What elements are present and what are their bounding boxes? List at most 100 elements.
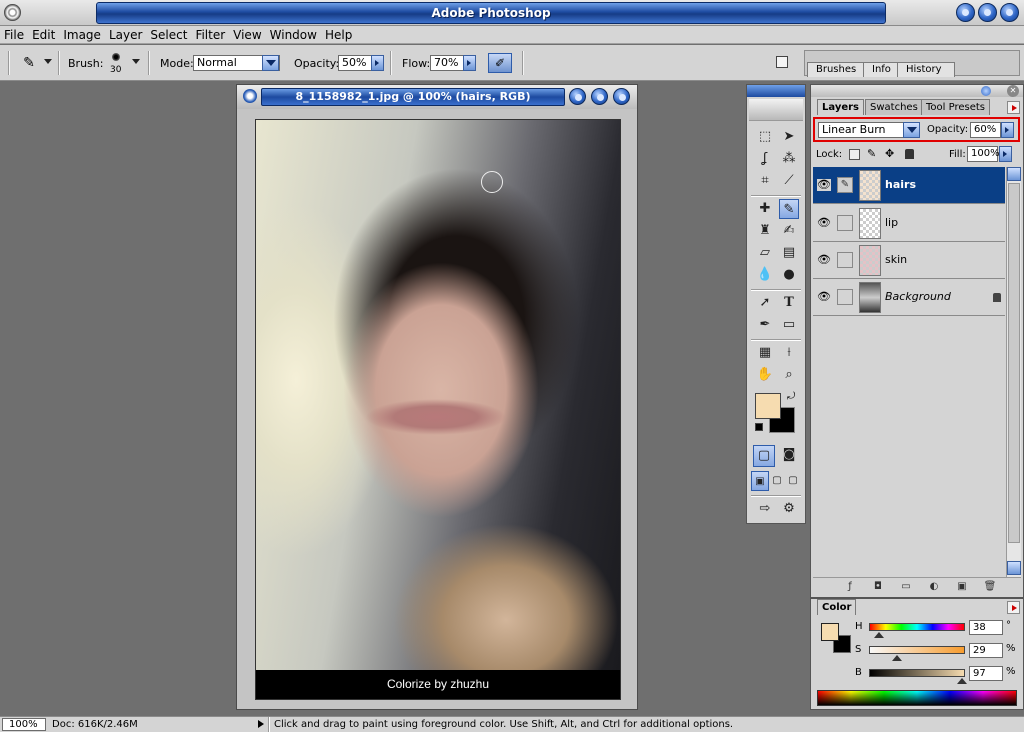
document-title-bar[interactable]: 8_1158982_1.jpg @ 100% (hairs, RGB)	[237, 85, 637, 109]
palette-close-icon[interactable]: ✕	[1007, 85, 1019, 97]
hand-tool-icon[interactable]: ✋	[755, 365, 775, 385]
dodge-tool-icon[interactable]: ●	[779, 265, 799, 285]
lock-position-icon[interactable]: ✥	[885, 147, 894, 160]
layer-name[interactable]: hairs	[885, 178, 916, 191]
color-ramp[interactable]	[817, 690, 1017, 706]
scroll-up-button[interactable]	[1007, 167, 1021, 181]
flow-slider-button[interactable]	[463, 55, 476, 71]
clone-stamp-tool-icon[interactable]: ♜	[755, 221, 775, 241]
notes-tool-icon[interactable]: ▦	[755, 343, 775, 363]
brush-preset-dropdown[interactable]	[44, 59, 52, 64]
layer-row-lip[interactable]: 👁 lip	[813, 205, 1005, 242]
doc-close-button[interactable]	[613, 88, 630, 105]
menu-layer[interactable]: Layer	[105, 26, 146, 44]
photoshop-app-icon[interactable]	[4, 4, 21, 21]
tab-color[interactable]: Color	[817, 599, 857, 615]
tab-tool-presets[interactable]: Tool Presets	[921, 99, 990, 115]
brightness-slider[interactable]	[869, 669, 965, 677]
layers-scrollbar[interactable]	[1006, 167, 1021, 577]
type-tool-icon[interactable]: T	[779, 293, 799, 313]
color-fg-swatch[interactable]	[821, 623, 839, 641]
path-selection-tool-icon[interactable]: ➚	[755, 293, 775, 313]
tab-swatches[interactable]: Swatches	[865, 99, 923, 115]
palette-menu-icon[interactable]	[1007, 101, 1020, 114]
eye-icon[interactable]: 👁	[817, 179, 831, 191]
brush-size-dropdown[interactable]	[132, 59, 140, 64]
saturation-slider-thumb[interactable]	[892, 655, 902, 661]
add-mask-icon[interactable]: ◘	[871, 580, 885, 594]
brush-preset-icon[interactable]: ✎	[18, 53, 40, 73]
move-tool-icon[interactable]: ➤	[779, 127, 799, 147]
new-layer-icon[interactable]: ▣	[955, 580, 969, 594]
options-grip[interactable]	[8, 51, 10, 75]
file-browser-icon[interactable]	[776, 56, 788, 68]
menu-select[interactable]: Select	[146, 26, 191, 44]
layer-row-hairs[interactable]: 👁 ✎ hairs	[813, 167, 1005, 204]
menu-view[interactable]: View	[229, 26, 265, 44]
pen-tool-icon[interactable]: ✒	[755, 315, 775, 335]
airbrush-toggle-icon[interactable]: ✐	[488, 53, 512, 73]
lasso-tool-icon[interactable]: ʆ	[755, 149, 775, 169]
layer-row-skin[interactable]: 👁 skin	[813, 242, 1005, 279]
layers-palette-header[interactable]: ✕	[811, 85, 1023, 97]
layer-name[interactable]: skin	[885, 253, 907, 266]
doc-minimize-button[interactable]	[569, 88, 586, 105]
lock-pixels-icon[interactable]: ✎	[867, 147, 876, 160]
fill-slider-button[interactable]	[999, 146, 1012, 162]
opacity-input[interactable]: 50%	[338, 55, 372, 71]
flow-input[interactable]: 70%	[430, 55, 464, 71]
layer-row-background[interactable]: 👁 Background	[813, 279, 1005, 316]
new-set-icon[interactable]: ▭	[899, 580, 913, 594]
mode-dropdown-button[interactable]	[262, 55, 279, 71]
well-tab-history[interactable]: History	[897, 62, 955, 77]
brightness-slider-thumb[interactable]	[957, 678, 967, 684]
full-screen-mode-icon[interactable]: ▢	[785, 471, 801, 491]
standard-mode-icon[interactable]: ▢	[753, 445, 775, 467]
layer-name[interactable]: lip	[885, 216, 898, 229]
layer-style-icon[interactable]: ƒ	[843, 580, 857, 594]
crop-tool-icon[interactable]: ⌗	[755, 171, 775, 191]
quick-mask-mode-icon[interactable]: ◙	[779, 445, 799, 465]
layer-name[interactable]: Background	[885, 290, 951, 303]
menu-file[interactable]: File	[0, 26, 28, 44]
status-menu-arrow-icon[interactable]	[258, 720, 264, 728]
layer-opacity-input[interactable]: 60%	[970, 122, 1001, 138]
toolbox-logo[interactable]	[749, 99, 803, 121]
eye-icon[interactable]: 👁	[817, 254, 831, 266]
hue-slider-thumb[interactable]	[874, 632, 884, 638]
well-tab-brushes[interactable]: Brushes	[807, 62, 866, 77]
slice-tool-icon[interactable]: ⟋	[779, 171, 799, 191]
maximize-button[interactable]	[978, 3, 997, 22]
eraser-tool-icon[interactable]: ▱	[755, 243, 775, 263]
saturation-slider[interactable]	[869, 646, 965, 654]
delete-layer-icon[interactable]: 🗑	[983, 580, 997, 594]
full-screen-menu-mode-icon[interactable]: ▢	[769, 471, 785, 491]
h-value-input[interactable]: 38	[969, 620, 1003, 635]
menu-edit[interactable]: Edit	[28, 26, 59, 44]
eye-icon[interactable]: 👁	[817, 217, 831, 229]
link-slot[interactable]	[837, 252, 853, 268]
eyedropper-tool-icon[interactable]: ⟊	[779, 343, 799, 363]
healing-brush-tool-icon[interactable]: ✚	[755, 199, 775, 219]
tab-layers[interactable]: Layers	[817, 99, 864, 115]
scroll-down-button[interactable]	[1007, 561, 1021, 575]
eye-icon[interactable]: 👁	[817, 291, 831, 303]
zoom-tool-icon[interactable]: ⌕	[779, 365, 799, 385]
toolbox-header[interactable]	[747, 85, 805, 97]
blend-mode-dropdown-button[interactable]	[903, 122, 920, 138]
brush-tool-icon[interactable]: ✎	[779, 199, 799, 219]
adjustment-layer-icon[interactable]: ◐	[927, 580, 941, 594]
minimize-button[interactable]	[956, 3, 975, 22]
history-brush-tool-icon[interactable]: ✍	[779, 221, 799, 241]
opacity-slider-button[interactable]	[371, 55, 384, 71]
shape-tool-icon[interactable]: ▭	[779, 315, 799, 335]
swap-colors-icon[interactable]: ⤾	[787, 391, 795, 402]
doc-maximize-button[interactable]	[591, 88, 608, 105]
menu-filter[interactable]: Filter	[191, 26, 229, 44]
layer-opacity-slider-button[interactable]	[1001, 122, 1014, 138]
blur-tool-icon[interactable]: 💧	[755, 265, 775, 285]
jump-to-imageready-icon[interactable]: ⇨	[755, 499, 775, 519]
brush-tip-preview[interactable]	[112, 53, 120, 61]
b-value-input[interactable]: 97	[969, 666, 1003, 681]
foreground-color-swatch[interactable]	[755, 393, 781, 419]
